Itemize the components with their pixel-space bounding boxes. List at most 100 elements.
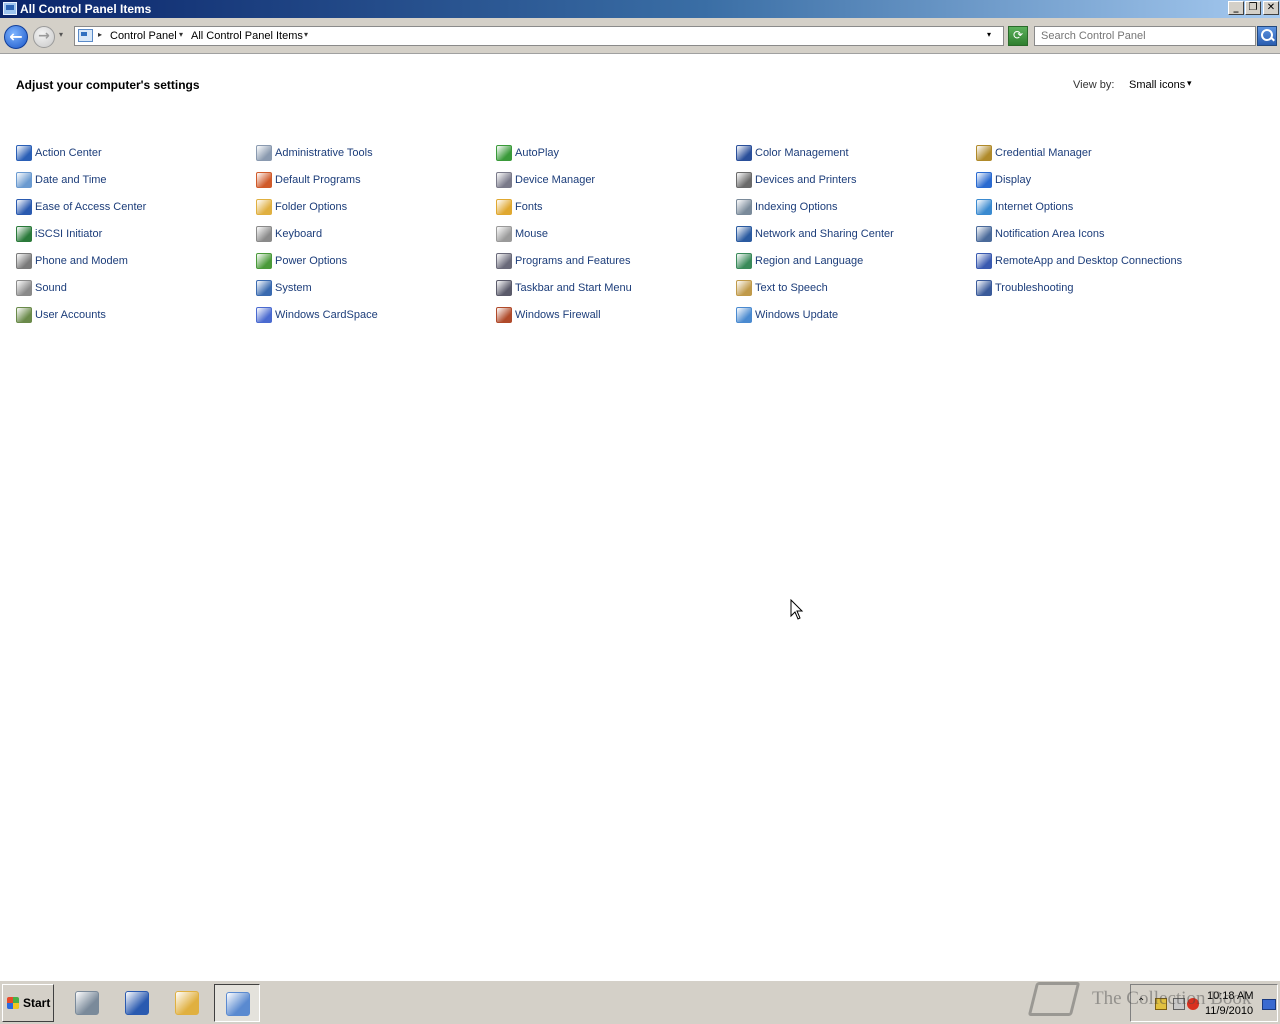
close-button[interactable]: ✕ [1263,1,1279,15]
programs-features-icon [496,253,512,269]
address-dropdown[interactable]: ▾ [987,30,991,39]
forward-button[interactable]: → [33,26,55,48]
taskbar-button[interactable] [164,984,210,1022]
clock-date[interactable]: 11/9/2010 [1205,1005,1253,1018]
mouse-pointer-icon [790,599,804,620]
control-panel-item-label: Device Manager [515,174,596,186]
breadcrumb-arrow[interactable]: ▾ [304,30,308,39]
region-language-icon [736,253,752,269]
volume-muted-icon[interactable] [1187,998,1199,1010]
control-panel-icon [226,992,250,1016]
keyboard-icon [256,226,272,242]
recent-pages-dropdown[interactable]: ▾ [59,30,63,39]
control-panel-item-label: Date and Time [35,174,107,186]
control-panel-item-label: Sound [35,282,67,294]
powershell-icon [125,991,149,1015]
iscsi-initiator-icon [16,226,32,242]
control-panel-item-label: Notification Area Icons [995,228,1105,240]
date-and-time-icon [16,172,32,188]
back-button[interactable]: ← [4,25,28,49]
window-title: All Control Panel Items [20,2,152,16]
taskbar-button[interactable] [64,984,110,1022]
phone-modem-icon [16,253,32,269]
breadcrumb-control-panel[interactable]: Control Panel [110,29,177,43]
server-manager-icon [75,991,99,1015]
internet-options-icon [976,199,992,215]
control-panel-item-label: Phone and Modem [35,255,128,267]
text-to-speech-icon [736,280,752,296]
control-panel-item-label: Administrative Tools [275,147,373,159]
breadcrumb-all-items[interactable]: All Control Panel Items [191,29,303,43]
autoplay-icon [496,145,512,161]
clock-time[interactable]: 10:18 AM [1207,990,1253,1003]
control-panel-item-label: User Accounts [35,309,106,321]
refresh-button[interactable]: ⟳ [1008,26,1028,46]
control-panel-item-label: iSCSI Initiator [35,228,103,240]
remoteapp-icon [976,253,992,269]
windows-firewall-icon [496,307,512,323]
view-by-label: View by: [1073,79,1115,91]
administrative-tools-icon [256,145,272,161]
folder-options-icon [256,199,272,215]
show-desktop-icon[interactable] [1262,999,1276,1010]
control-panel-icon [3,2,17,15]
control-panel-item-label: Windows CardSpace [275,309,378,321]
restore-button[interactable]: ❐ [1245,1,1261,15]
network-icon[interactable] [1173,998,1185,1010]
sound-icon [16,280,32,296]
mouse-icon [496,226,512,242]
display-icon [976,172,992,188]
control-panel-item-label: Power Options [275,255,348,267]
windows-cardspace-icon [256,307,272,323]
default-programs-icon [256,172,272,188]
taskbar-start-menu-icon [496,280,512,296]
breadcrumb-arrow[interactable]: ▾ [179,30,183,39]
control-panel-item-label: Programs and Features [515,255,631,267]
color-management-icon [736,145,752,161]
power-options-icon [256,253,272,269]
control-panel-item-label: Troubleshooting [995,282,1074,294]
network-sharing-icon [736,226,752,242]
windows-logo-icon [7,997,19,1009]
control-panel-item-label: Keyboard [275,228,323,240]
windows-update-icon [736,307,752,323]
show-hidden-icons-button[interactable]: ⌃ [1137,997,1145,1008]
search-input[interactable] [1034,26,1256,46]
taskbar: Start ⌃ 10:18 AM 11/9/2010 [0,980,1280,1024]
address-box[interactable]: ▸ Control Panel ▾ All Control Panel Item… [74,26,1004,46]
control-panel-item-label: Mouse [515,228,549,240]
control-panel-item-label: Color Management [755,147,849,159]
control-panel-item-label: AutoPlay [515,147,560,159]
action-center-flag-icon[interactable] [1155,998,1167,1010]
control-panel-item-label: Display [995,174,1032,186]
taskbar-button[interactable] [214,984,260,1022]
breadcrumb-root-arrow[interactable]: ▸ [98,30,102,39]
control-panel-item-label: Ease of Access Center [35,201,147,213]
taskbar-button[interactable] [114,984,160,1022]
search-icon[interactable] [1257,26,1277,46]
ease-of-access-icon [16,199,32,215]
control-panel-item-label: RemoteApp and Desktop Connections [995,255,1183,267]
navigation-bar: ← → ▾ ▸ Control Panel ▾ All Control Pane… [0,18,1280,54]
control-panel-item-label: Indexing Options [755,201,838,213]
control-panel-item-label: Action Center [35,147,102,159]
troubleshooting-icon [976,280,992,296]
view-by-dropdown[interactable]: Small icons [1129,78,1185,92]
user-accounts-icon [16,307,32,323]
control-panel-item-label: Windows Firewall [515,309,601,321]
credential-manager-icon [976,145,992,161]
indexing-options-icon [736,199,752,215]
control-panel-icon [78,29,93,42]
control-panel-item-label: Default Programs [275,174,361,186]
control-panel-item-label: Credential Manager [995,147,1092,159]
page-title: Adjust your computer's settings [16,78,200,92]
control-panel-item-label: Region and Language [755,255,864,267]
minimize-button[interactable]: _ [1228,1,1244,15]
windows-explorer-icon [175,991,199,1015]
action-center-icon [16,145,32,161]
chevron-down-icon[interactable]: ▾ [1187,79,1192,89]
control-panel-item-label: Windows Update [755,309,839,321]
control-panel-item-label: Network and Sharing Center [755,228,894,240]
start-button[interactable]: Start [2,984,54,1022]
control-panel-item-label: Text to Speech [755,282,828,294]
